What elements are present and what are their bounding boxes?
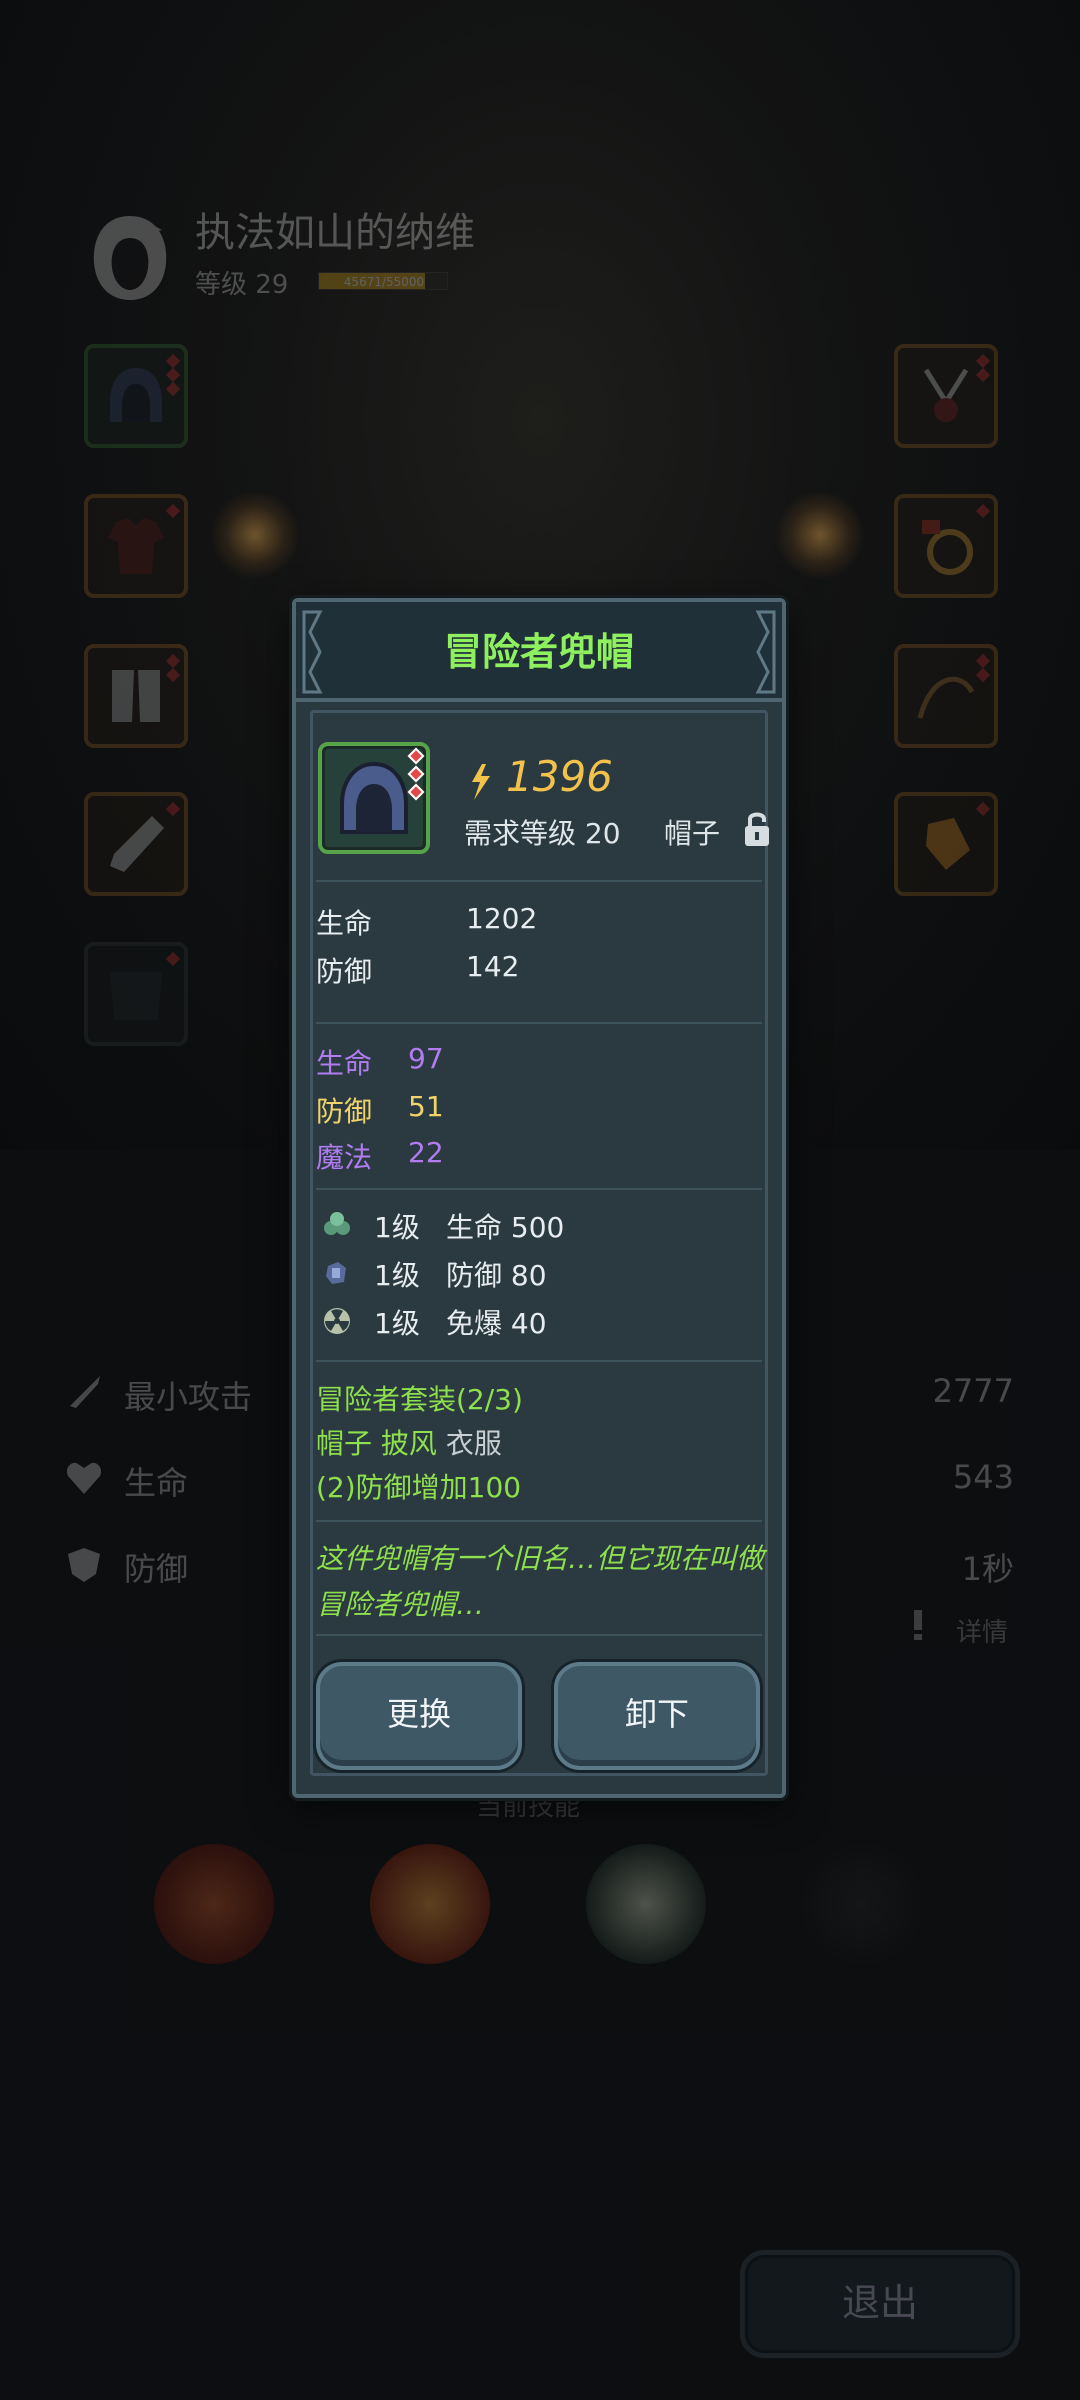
- bonus-stat-row: 防御 51: [316, 1090, 756, 1130]
- divider: [316, 1360, 762, 1362]
- item-title: 冒险者兜帽: [443, 630, 634, 674]
- divider: [316, 1188, 762, 1190]
- gem-row: 1级 免爆 40: [316, 1302, 756, 1342]
- base-stat-value: 142: [466, 950, 520, 983]
- divider: [316, 1634, 762, 1636]
- set-name: 冒险者套装(2/3): [316, 1383, 523, 1416]
- gem-level: 1级: [374, 1307, 420, 1340]
- equipment-screen: 执法如山的纳维 等级 29 45671/55000 最小攻击 2777 生命 5…: [0, 0, 1080, 2400]
- gem-stat: 生命 500: [446, 1211, 565, 1244]
- hood-icon: [340, 761, 408, 834]
- divider: [316, 1520, 762, 1522]
- set-pieces-missing: 衣服: [445, 1427, 502, 1460]
- base-stat-label: 防御: [316, 955, 373, 988]
- item-icon-frame: [318, 742, 430, 854]
- unequip-button[interactable]: 卸下: [554, 1662, 760, 1770]
- divider: [316, 1022, 762, 1024]
- item-detail-popup: 冒险者兜帽 1396 需求等级 20 帽子 生命 1202 防御 142 生命 …: [292, 598, 786, 1798]
- bonus-stat-label: 防御: [316, 1095, 373, 1128]
- set-pieces: 帽子 披风 衣服: [316, 1422, 756, 1462]
- gem-stat: 免爆 40: [446, 1307, 547, 1340]
- blue-gem-icon: [326, 1262, 346, 1284]
- base-stat-row: 防御 142: [316, 950, 756, 990]
- bonus-stat-value: 97: [408, 1042, 444, 1075]
- popup-header: 冒险者兜帽: [296, 602, 782, 702]
- green-gem-icon: [324, 1212, 350, 1235]
- lock-icon[interactable]: [742, 808, 772, 848]
- required-level: 需求等级 20: [464, 817, 621, 850]
- bonus-stat-value: 22: [408, 1136, 444, 1169]
- gem-stat: 防御 80: [446, 1259, 547, 1292]
- bonus-stat-row: 魔法 22: [316, 1136, 756, 1176]
- base-stat-row: 生命 1202: [316, 902, 756, 942]
- corner-ornament-icon: [755, 610, 776, 694]
- power-icon: [472, 764, 490, 800]
- set-pieces-owned: 帽子 披风: [316, 1427, 437, 1460]
- bonus-stat-label: 生命: [316, 1047, 373, 1080]
- gem-level: 1级: [374, 1211, 420, 1244]
- item-flavor-text: 这件兜帽有一个旧名…但它现在叫做冒险者兜帽…: [316, 1542, 765, 1621]
- gem-row: 1级 防御 80: [316, 1254, 756, 1294]
- divider: [316, 880, 762, 882]
- gem-row: 1级 生命 500: [316, 1206, 756, 1246]
- bonus-stat-label: 魔法: [316, 1141, 373, 1174]
- base-stat-label: 生命: [316, 907, 373, 940]
- set-bonus: (2)防御增加100: [316, 1471, 522, 1504]
- base-stat-value: 1202: [466, 902, 538, 935]
- radiation-gem-icon: [324, 1308, 350, 1334]
- replace-button[interactable]: 更换: [316, 1662, 522, 1770]
- bonus-stat-value: 51: [408, 1090, 444, 1123]
- gem-level: 1级: [374, 1259, 420, 1292]
- bonus-stat-row: 生命 97: [316, 1042, 756, 1082]
- item-slot-type: 帽子: [664, 817, 721, 850]
- item-power: 1396: [506, 752, 613, 801]
